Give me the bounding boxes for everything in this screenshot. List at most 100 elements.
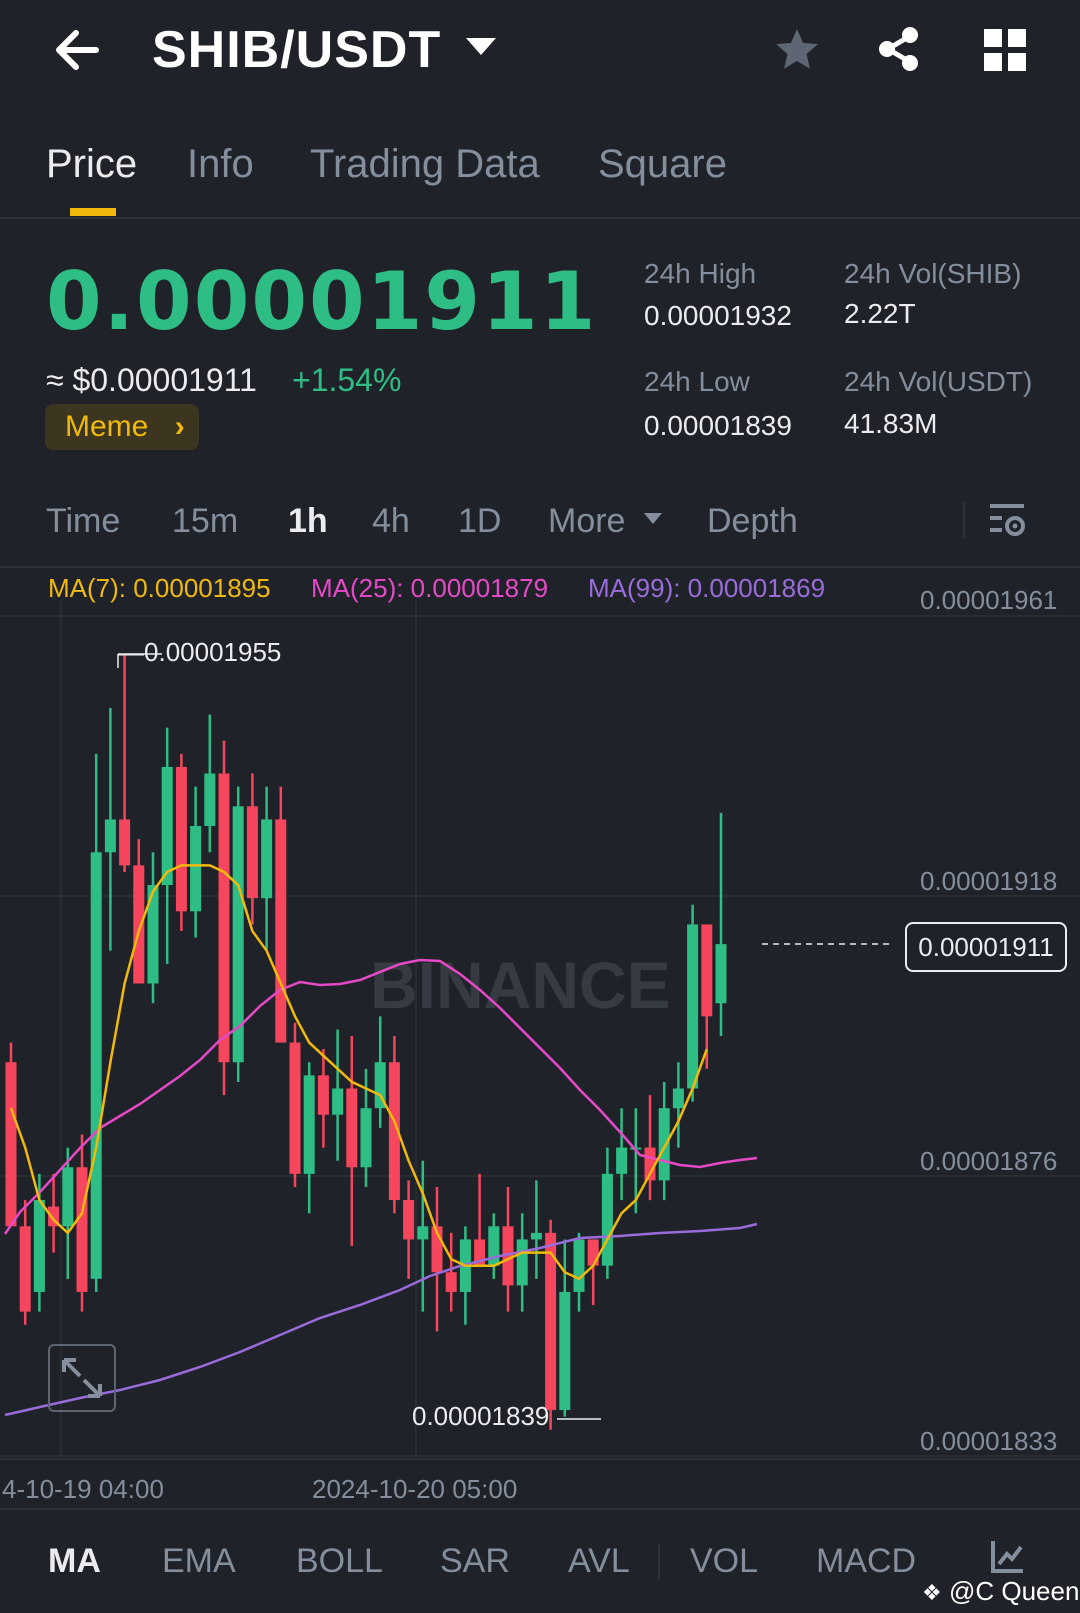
candle-up bbox=[190, 826, 202, 912]
indicator-settings-icon[interactable] bbox=[990, 1538, 1026, 1574]
price-change-percent: +1.54% bbox=[292, 362, 402, 398]
high-marker-line: ⎯⎯ bbox=[118, 637, 144, 667]
low-label: 24h Low bbox=[644, 366, 750, 397]
expand-icon bbox=[62, 1358, 102, 1398]
svg-text:⎯⎯0.00001955: ⎯⎯0.00001955 bbox=[118, 637, 281, 667]
indicator-ma[interactable]: MA bbox=[48, 1542, 101, 1581]
interval-1d[interactable]: 1D bbox=[458, 502, 501, 541]
trading-pair-title[interactable]: SHIB/USDT bbox=[152, 20, 441, 80]
low-value: 0.00001839 bbox=[644, 410, 792, 441]
candle-down bbox=[445, 1272, 457, 1292]
candle-down bbox=[403, 1200, 415, 1240]
candle-down bbox=[289, 1042, 301, 1174]
candle-up bbox=[261, 819, 273, 899]
candle-up bbox=[332, 1088, 344, 1115]
favorite-star-icon[interactable] bbox=[772, 25, 822, 75]
low-marker-label: 0.00001839 bbox=[412, 1401, 549, 1431]
price-axis-label: 0.00001961 bbox=[920, 585, 1058, 615]
tabs-divider bbox=[0, 217, 1080, 219]
interval-time[interactable]: Time bbox=[46, 502, 120, 541]
interval-divider bbox=[0, 566, 1080, 568]
category-tag-button[interactable]: Meme › bbox=[45, 404, 199, 450]
tab-info[interactable]: Info bbox=[187, 142, 254, 187]
candle-up bbox=[90, 852, 102, 1279]
tab-square[interactable]: Square bbox=[598, 142, 727, 187]
fiat-price: ≈ $0.00001911 bbox=[46, 362, 257, 398]
candle-up bbox=[672, 1088, 684, 1109]
candle-up bbox=[104, 819, 116, 853]
interval-1h[interactable]: 1h bbox=[288, 502, 328, 541]
vol-quote-label: 24h Vol(USDT) bbox=[844, 366, 1033, 397]
candle-up bbox=[161, 766, 173, 886]
candle-down bbox=[175, 766, 187, 912]
candle-down bbox=[218, 773, 230, 1063]
indicator-ema[interactable]: EMA bbox=[162, 1542, 236, 1581]
candle-down bbox=[133, 865, 145, 984]
candle-down bbox=[346, 1088, 358, 1168]
candle-up bbox=[62, 1167, 74, 1227]
vol-base-label: 24h Vol(SHIB) bbox=[844, 258, 1022, 289]
candle-down bbox=[246, 806, 258, 899]
back-arrow-icon[interactable] bbox=[48, 20, 108, 80]
binance-watermark: BINANCE bbox=[370, 948, 671, 1022]
candle-up bbox=[33, 1200, 45, 1292]
interval-more[interactable]: More bbox=[548, 502, 625, 541]
indicator-boll[interactable]: BOLL bbox=[296, 1542, 383, 1581]
time-axis-label: 4-10-19 04:00 bbox=[2, 1474, 164, 1504]
tab-trading-data[interactable]: Trading Data bbox=[310, 142, 540, 187]
indicator-avl[interactable]: AVL bbox=[568, 1542, 630, 1581]
indicator-vol[interactable]: VOL bbox=[690, 1542, 758, 1581]
candle-down bbox=[19, 1226, 31, 1312]
ma99-line bbox=[4, 1222, 758, 1417]
candle-down bbox=[701, 924, 713, 1017]
candle-down bbox=[5, 1062, 17, 1227]
candle-up bbox=[360, 1108, 372, 1168]
price-axis-label: 0.00001876 bbox=[920, 1146, 1058, 1176]
interval-15m[interactable]: 15m bbox=[172, 502, 238, 541]
candle-up bbox=[601, 1173, 613, 1266]
candle-up bbox=[516, 1239, 528, 1286]
chevron-right-icon: › bbox=[174, 410, 185, 443]
vol-base-value: 2.22T bbox=[844, 298, 916, 329]
price-axis-label: 0.00001833 bbox=[920, 1426, 1058, 1456]
high-value: 0.00001932 bbox=[644, 300, 792, 331]
high-marker-label: 0.00001955 bbox=[144, 637, 281, 667]
grid-menu-icon[interactable] bbox=[982, 27, 1028, 73]
candlestick-chart[interactable]: BINANCE ⎯⎯0.00001955 0.00001839 bbox=[0, 600, 1080, 1500]
candle-up bbox=[530, 1232, 542, 1240]
candle-down bbox=[587, 1239, 599, 1266]
vol-quote-value: 41.83M bbox=[844, 408, 938, 439]
candle-up bbox=[687, 924, 699, 1089]
candle-up bbox=[573, 1239, 585, 1292]
pair-dropdown-icon[interactable] bbox=[466, 38, 496, 55]
interval-depth[interactable]: Depth bbox=[707, 502, 798, 541]
candle-down bbox=[76, 1167, 88, 1292]
candle-up bbox=[715, 944, 727, 1004]
candle-up bbox=[417, 1226, 429, 1240]
candle-up bbox=[658, 1108, 670, 1181]
interval-separator bbox=[963, 502, 965, 538]
share-icon[interactable] bbox=[874, 24, 924, 74]
candle-up bbox=[559, 1291, 571, 1411]
indicator-divider bbox=[0, 1508, 1080, 1510]
interval-4h[interactable]: 4h bbox=[372, 502, 410, 541]
watermark-logo-icon: ❖ bbox=[922, 1580, 942, 1605]
candle-up bbox=[204, 773, 216, 826]
category-tag-label: Meme bbox=[65, 410, 149, 443]
candle-down bbox=[317, 1075, 329, 1115]
price-axis-label: 0.00001918 bbox=[920, 866, 1058, 896]
time-axis-divider bbox=[0, 1458, 1080, 1460]
candle-up bbox=[303, 1075, 315, 1174]
tab-price[interactable]: Price bbox=[46, 142, 137, 187]
indicator-macd[interactable]: MACD bbox=[816, 1542, 916, 1581]
more-dropdown-icon[interactable] bbox=[644, 513, 662, 524]
active-tab-indicator bbox=[70, 208, 116, 216]
candle-down bbox=[119, 819, 131, 866]
candle-down bbox=[275, 819, 287, 1043]
last-price: 0.00001911 bbox=[46, 255, 598, 348]
indicator-sar[interactable]: SAR bbox=[440, 1542, 510, 1581]
chart-settings-icon[interactable] bbox=[988, 500, 1028, 540]
fullscreen-button[interactable] bbox=[48, 1344, 116, 1412]
watermark-user-label: @C Queen bbox=[948, 1576, 1080, 1606]
high-label: 24h High bbox=[644, 258, 757, 289]
